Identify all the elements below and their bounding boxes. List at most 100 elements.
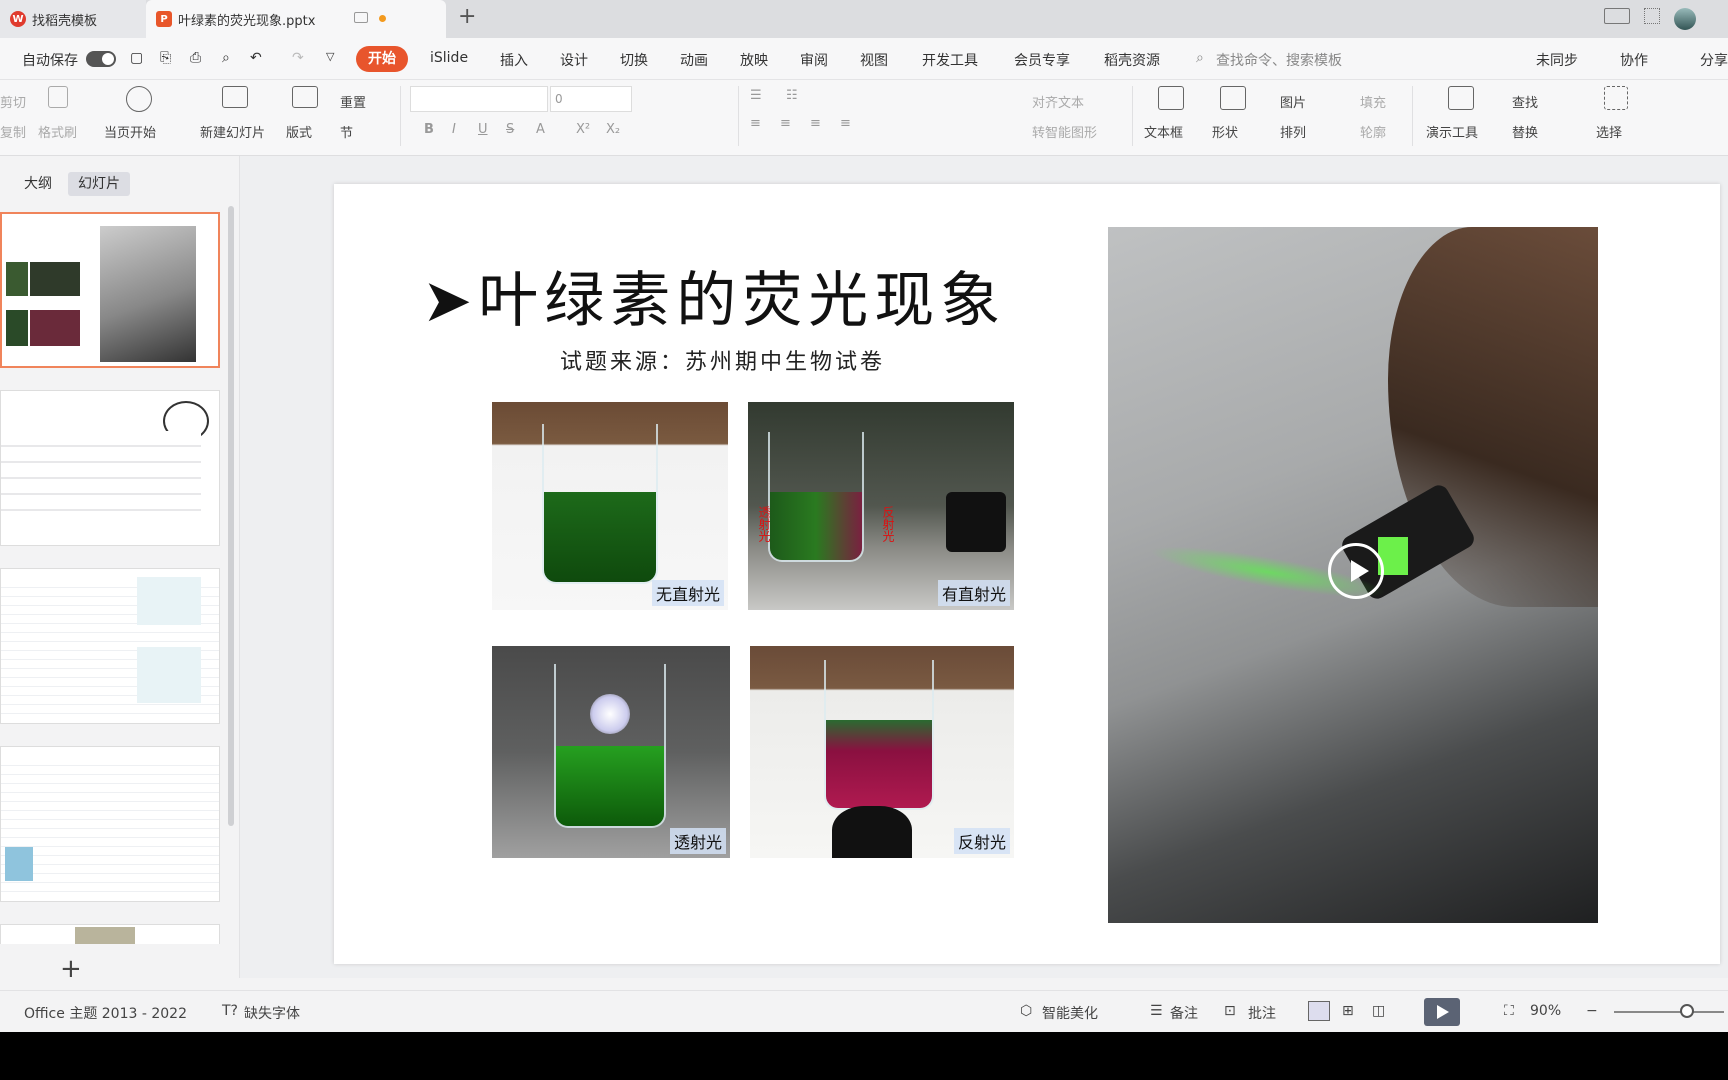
from-current-slide-button[interactable]: 当页开始 [104, 122, 156, 141]
menu-transition[interactable]: 切换 [620, 50, 648, 70]
font-color-button[interactable]: A [536, 122, 545, 137]
menu-islide[interactable]: iSlide [430, 50, 468, 66]
experiment-photo-reflected[interactable]: 反射光 [750, 646, 1014, 858]
print-icon[interactable]: ⎙ [190, 50, 201, 66]
page-layout-icon[interactable] [1604, 8, 1630, 24]
italic-button[interactable]: I [452, 122, 456, 137]
share-button[interactable]: 分享 [1700, 50, 1728, 70]
menu-docer-resources[interactable]: 稻壳资源 [1104, 50, 1160, 70]
monitor-icon[interactable] [354, 12, 368, 23]
menu-review[interactable]: 审阅 [800, 50, 828, 70]
subscript-button[interactable]: X₂ [606, 122, 620, 137]
theme-name[interactable]: Office 主题 2013 - 2022 [24, 1003, 187, 1023]
print-preview-icon[interactable]: ⌕ [222, 50, 230, 66]
avatar[interactable] [1674, 8, 1696, 30]
menu-view[interactable]: 视图 [860, 50, 888, 70]
grid-view-icon[interactable] [1644, 8, 1660, 24]
video-play-icon[interactable] [1328, 543, 1384, 599]
reading-view-icon[interactable]: ◫ [1372, 1003, 1385, 1019]
align-left-icon[interactable]: ≡ [750, 116, 761, 131]
font-size-select[interactable]: 0 [550, 86, 632, 112]
slide-title[interactable]: ➤叶绿素的荧光现象 [422, 252, 1006, 339]
comments-button[interactable]: 批注 [1248, 1003, 1276, 1023]
chevron-down-icon[interactable]: ▽ [326, 50, 334, 63]
smart-beautify-button[interactable]: 智能美化 [1042, 1003, 1098, 1023]
find-button[interactable]: 查找 [1512, 92, 1538, 111]
numbered-list-icon[interactable]: ☷ [786, 88, 798, 103]
autosave-toggle[interactable] [86, 51, 116, 67]
align-right-icon[interactable]: ≡ [810, 116, 821, 131]
embedded-video[interactable] [1108, 227, 1598, 923]
arrange-button[interactable]: 排列 [1280, 122, 1306, 141]
convert-smartart-button[interactable]: 转智能图形 [1032, 122, 1097, 141]
missing-font-button[interactable]: 缺失字体 [244, 1003, 300, 1023]
slideshow-play-button[interactable] [1424, 998, 1460, 1026]
normal-view-icon[interactable] [1308, 1001, 1330, 1021]
tab-slides[interactable]: 幻灯片 [68, 172, 130, 196]
save-icon[interactable]: ▢ [130, 50, 143, 66]
justify-icon[interactable]: ≡ [840, 116, 851, 131]
add-slide-button[interactable]: + [60, 954, 82, 984]
font-family-select[interactable] [410, 86, 548, 112]
bold-button[interactable]: B [424, 122, 434, 137]
current-slide[interactable]: ➤叶绿素的荧光现象 试题来源：苏州期中生物试卷 无直射光 透射光 反射光 有直射… [334, 184, 1720, 964]
experiment-photo-no-light[interactable]: 无直射光 [492, 402, 728, 610]
bullet-list-icon[interactable]: ☰ [750, 88, 762, 103]
collaborate-button[interactable]: 协作 [1620, 50, 1648, 70]
superscript-button[interactable]: X² [576, 122, 590, 137]
strikethrough-button[interactable]: S [506, 122, 514, 137]
replace-button[interactable]: 替换 [1512, 122, 1538, 141]
section-button[interactable]: 节 [340, 122, 353, 141]
menu-insert[interactable]: 插入 [500, 50, 528, 70]
align-text-button[interactable]: 对齐文本 [1032, 92, 1084, 111]
side-label-reflected: 反射光 [881, 506, 895, 542]
zoom-slider-handle[interactable] [1680, 1004, 1694, 1018]
new-slide-button[interactable]: 新建幻灯片 [200, 122, 265, 141]
presenter-tools-button[interactable]: 演示工具 [1426, 122, 1478, 141]
outline-button[interactable]: 轮廓 [1360, 122, 1386, 141]
zoom-level[interactable]: 90% [1530, 1003, 1561, 1019]
slide-thumbnail-1[interactable] [0, 212, 220, 368]
picture-button[interactable]: 图片 [1280, 92, 1306, 111]
format-painter-button[interactable]: 格式刷 [38, 122, 77, 141]
zoom-out-button[interactable]: − [1586, 1003, 1598, 1019]
menu-home[interactable]: 开始 [356, 46, 408, 72]
menu-developer[interactable]: 开发工具 [922, 50, 978, 70]
slide-thumbnail-5[interactable] [0, 924, 220, 944]
menu-member[interactable]: 会员专享 [1014, 50, 1070, 70]
cut-button[interactable]: 剪切 [0, 92, 26, 111]
slide-thumbnail-4[interactable] [0, 746, 220, 902]
redo-icon[interactable]: ↷ [292, 50, 304, 66]
experiment-photo-direct-light[interactable]: 透射光 反射光 有直射光 [748, 402, 1014, 610]
copy-button[interactable]: 复制 [0, 122, 26, 141]
fill-button[interactable]: 填充 [1360, 92, 1386, 111]
slide-thumbnail-3[interactable] [0, 568, 220, 724]
layout-button[interactable]: 版式 [286, 122, 312, 141]
underline-button[interactable]: U [478, 122, 488, 137]
tab-outline[interactable]: 大纲 [14, 172, 62, 196]
new-tab-button[interactable]: + [458, 4, 476, 29]
align-center-icon[interactable]: ≡ [780, 116, 791, 131]
thumbnail-scrollbar[interactable] [228, 206, 234, 826]
sync-status[interactable]: 未同步 [1536, 50, 1578, 70]
undo-icon[interactable]: ↶ [250, 50, 262, 66]
textbox-button[interactable]: 文本框 [1144, 122, 1183, 141]
menu-animation[interactable]: 动画 [680, 50, 708, 70]
slide-sorter-icon[interactable]: ⊞ [1342, 1003, 1354, 1019]
slide-subtitle[interactable]: 试题来源：苏州期中生物试卷 [560, 344, 885, 376]
command-search-input[interactable]: 查找命令、搜索模板 [1216, 50, 1342, 70]
menu-design[interactable]: 设计 [560, 50, 588, 70]
experiment-photo-transmitted[interactable]: 透射光 [492, 646, 730, 858]
notes-button[interactable]: 备注 [1170, 1003, 1198, 1023]
zoom-slider[interactable] [1614, 1011, 1724, 1013]
tab-current-document[interactable]: P 叶绿素的荧光现象.pptx [146, 0, 446, 38]
fit-window-icon[interactable]: ⛶ [1504, 1003, 1514, 1019]
thumbnail-photo [75, 927, 135, 944]
export-icon[interactable]: ⎘ [160, 50, 171, 66]
reset-button[interactable]: 重置 [340, 92, 366, 111]
menu-slideshow[interactable]: 放映 [740, 50, 768, 70]
tab-template-store[interactable]: W 找稻壳模板 [0, 0, 146, 38]
select-button[interactable]: 选择 [1596, 122, 1622, 141]
slide-thumbnail-2[interactable] [0, 390, 220, 546]
shape-button[interactable]: 形状 [1212, 122, 1238, 141]
